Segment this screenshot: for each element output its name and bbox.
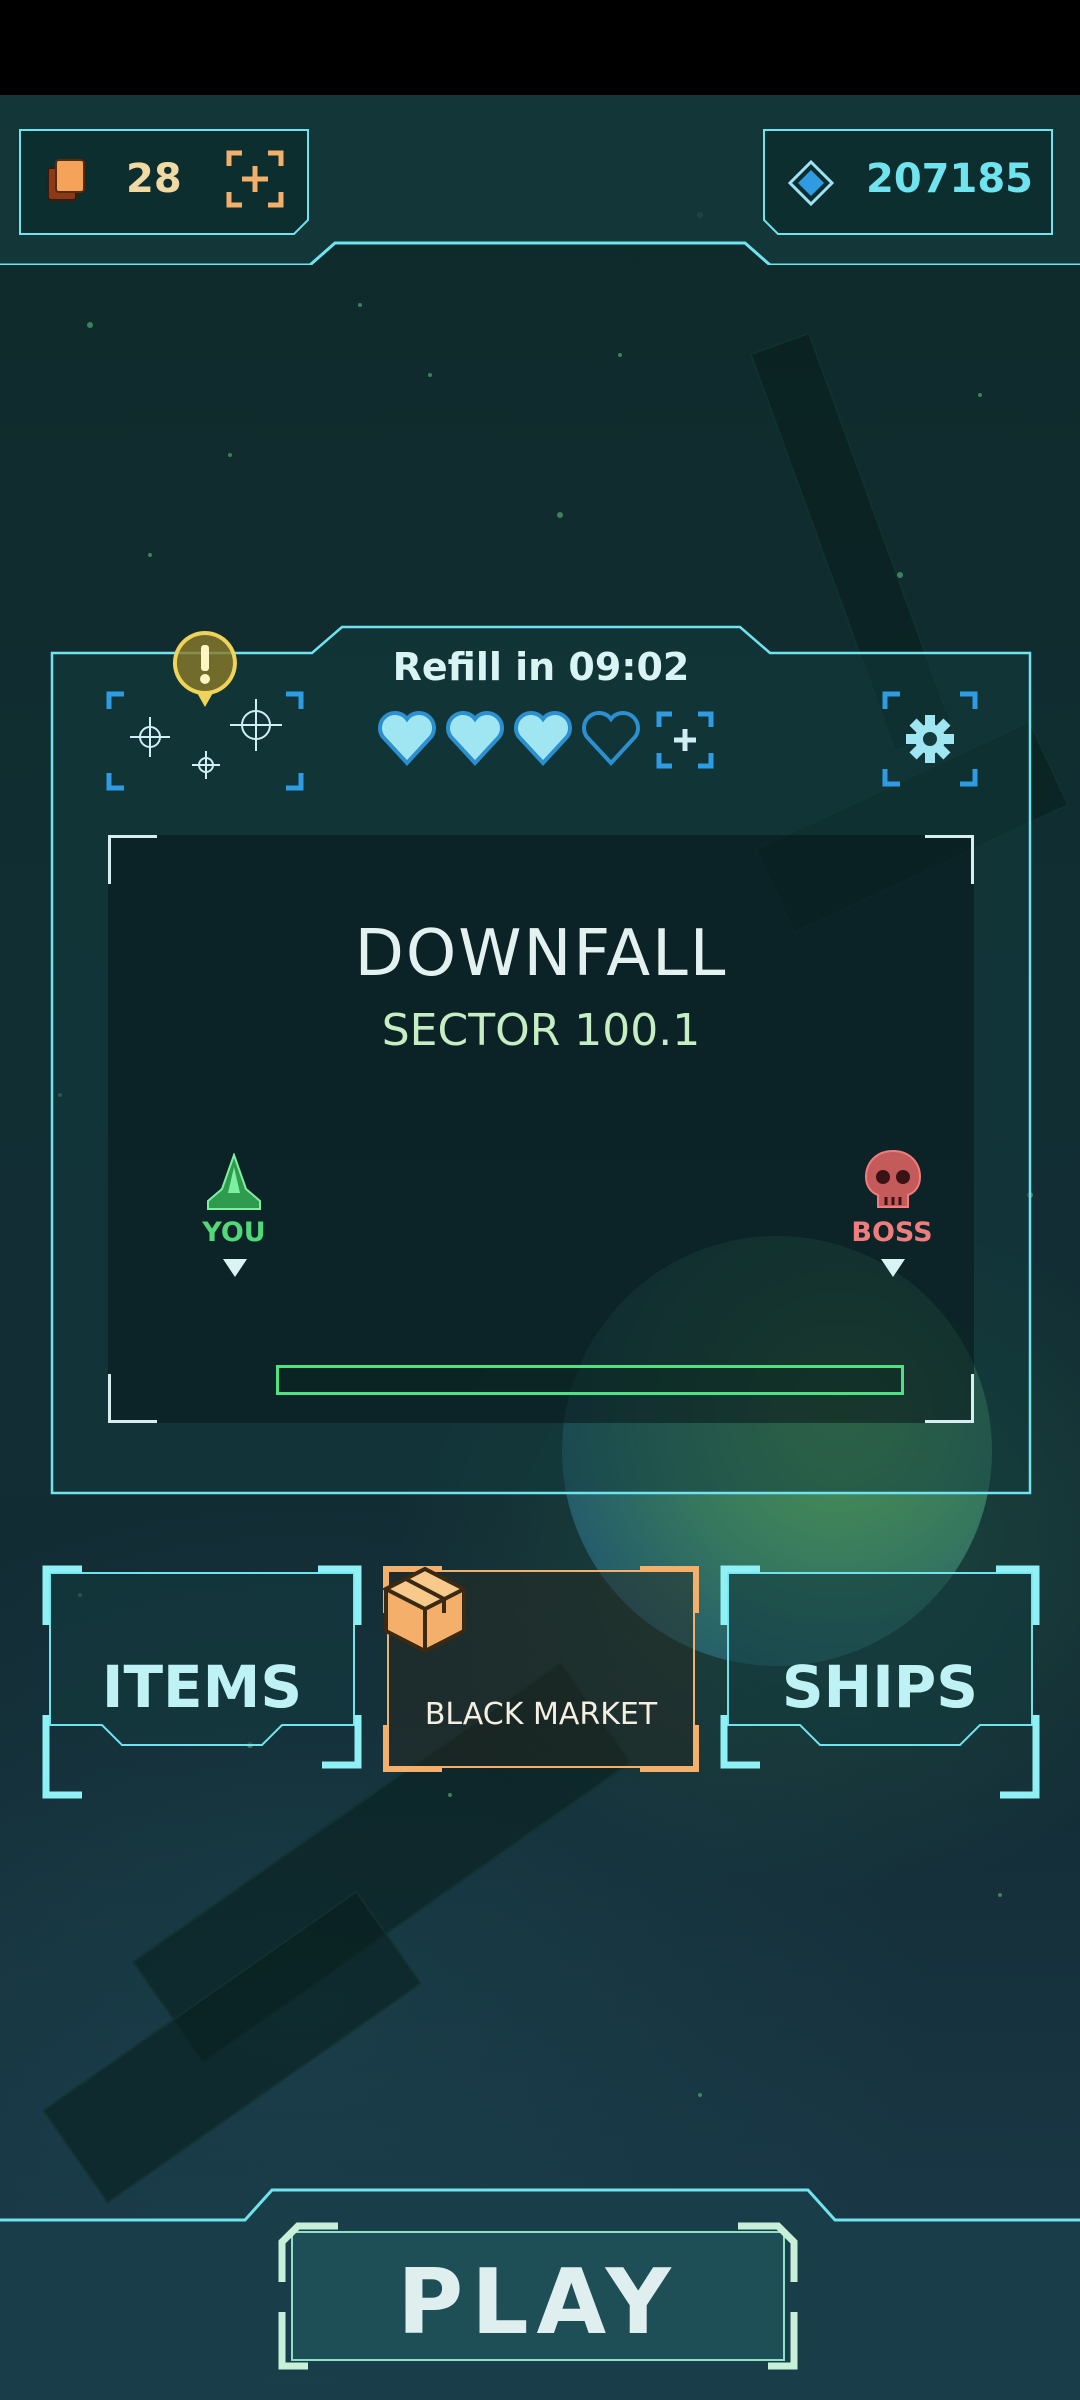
heart-icon (446, 711, 504, 766)
sector-progress-bar (276, 1365, 904, 1395)
settings-gear-icon (882, 691, 978, 787)
screen-corner (925, 1374, 974, 1423)
crate-icon (382, 1566, 468, 1654)
status-bar (0, 0, 1080, 95)
black-market-button[interactable]: BLACK MARKET (382, 1565, 700, 1805)
mission-screen[interactable]: DOWNFALL SECTOR 100.1 YOU BOSS (108, 835, 974, 1423)
black-market-label: BLACK MARKET (424, 1697, 658, 1732)
cards-icon (46, 158, 86, 202)
play-label: PLAY (397, 2250, 679, 2355)
gems-counter: 207185 (762, 128, 1054, 236)
screen-corner (108, 1374, 157, 1423)
mission-title: DOWNFALL (354, 917, 728, 991)
items-button[interactable]: ITEMS (42, 1565, 362, 1805)
marker-arrow-icon (881, 1259, 905, 1277)
player-ship-icon (207, 1153, 261, 1210)
radar-button[interactable] (106, 691, 304, 791)
screen-corner (108, 835, 157, 884)
items-label: ITEMS (101, 1653, 303, 1721)
boss-skull-icon (864, 1149, 922, 1208)
lives-display (376, 707, 714, 777)
heart-icon (514, 711, 572, 766)
cards-counter: 28 (18, 128, 310, 236)
mission-panel: Refill in 09:02 DOWNFALL SECTOR 100.1 YO… (50, 625, 1032, 1495)
boss-label: BOSS (851, 1217, 933, 1248)
add-lives-button[interactable] (656, 711, 714, 769)
refill-timer: Refill in 09:02 (392, 645, 690, 689)
cards-count: 28 (126, 156, 182, 202)
heart-empty-icon (582, 711, 640, 766)
play-button[interactable]: PLAY (278, 2222, 798, 2370)
gems-count: 207185 (866, 156, 1033, 202)
heart-icon (378, 711, 436, 766)
add-icon (226, 150, 284, 208)
settings-button[interactable] (882, 691, 978, 787)
ships-label: SHIPS (781, 1653, 979, 1721)
marker-arrow-icon (223, 1259, 247, 1277)
radar-icon (106, 691, 304, 791)
you-label: YOU (202, 1217, 266, 1248)
gem-icon (787, 159, 835, 207)
ships-button[interactable]: SHIPS (720, 1565, 1040, 1805)
add-cards-button[interactable] (226, 150, 284, 208)
mission-sector: SECTOR 100.1 (381, 1005, 701, 1056)
screen-corner (925, 835, 974, 884)
